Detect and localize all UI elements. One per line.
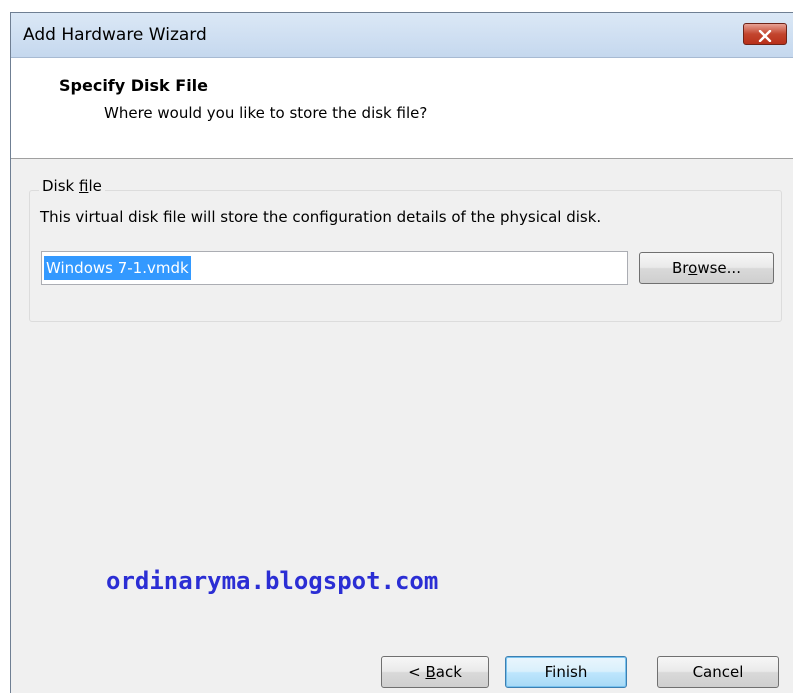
disk-file-description: This virtual disk file will store the co… (40, 208, 602, 226)
page-title: Specify Disk File (59, 76, 209, 95)
back-label-suffix: ack (435, 663, 462, 681)
legend-text-suffix: ile (88, 177, 102, 195)
browse-accelerator: o (688, 259, 698, 277)
close-button[interactable] (743, 23, 787, 45)
page-subtitle: Where would you like to store the disk f… (104, 104, 428, 122)
browse-button[interactable]: Browse... (639, 252, 774, 284)
disk-file-legend: Disk file (39, 177, 105, 195)
back-button[interactable]: < Back (381, 656, 489, 688)
browse-label-suffix: wse... (697, 259, 741, 277)
watermark-text: ordinaryma.blogspot.com (106, 567, 439, 595)
browse-label: Br (672, 259, 689, 277)
wizard-header: Specify Disk File Where would you like t… (11, 58, 793, 159)
back-accelerator: B (425, 663, 436, 681)
title-bar[interactable]: Add Hardware Wizard (11, 13, 793, 58)
disk-file-input[interactable] (41, 251, 628, 285)
window-title: Add Hardware Wizard (23, 25, 207, 45)
legend-text: Disk (42, 177, 79, 195)
close-x-icon (758, 30, 772, 42)
cancel-button[interactable]: Cancel (657, 656, 779, 688)
finish-button[interactable]: Finish (505, 656, 627, 688)
wizard-window: Add Hardware Wizard Specify Disk File Wh… (10, 12, 793, 693)
back-label: < (408, 663, 426, 681)
